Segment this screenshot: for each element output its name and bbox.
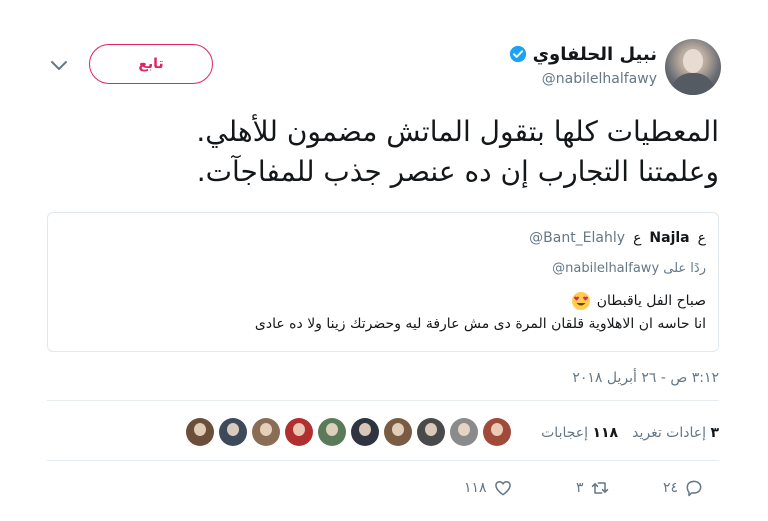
author-handle[interactable]: @nabilelhalfawy xyxy=(542,71,657,87)
verified-badge-icon xyxy=(509,45,526,63)
follow-button[interactable]: تابع xyxy=(89,44,213,84)
reply-icon xyxy=(686,480,702,497)
tweet-text-line: وعلمتنا التجارب إن ده عنصر جذب للمفاجآت. xyxy=(196,155,719,188)
tweet-text: المعطيات كلها بتقول الماتش مضمون للأهلي.… xyxy=(39,112,719,192)
likes-label: إعجابات xyxy=(541,425,589,441)
liker-avatar[interactable] xyxy=(417,418,445,446)
liker-avatar[interactable] xyxy=(285,418,313,446)
divider xyxy=(47,400,719,401)
liker-avatar[interactable] xyxy=(483,418,511,446)
quote-header: ع Najla ع @Bant_Elahly xyxy=(529,230,706,246)
quote-text-line: صباح الفل ياقبطان xyxy=(571,291,706,311)
quote-text-line: انا حاسه ان الاهلاوية قلقان المرة دى مش … xyxy=(254,316,706,332)
heart-icon xyxy=(494,481,511,496)
quote-name-decoration: ع xyxy=(697,230,706,246)
liker-avatar[interactable] xyxy=(318,418,346,446)
retweets-label: إعادات تغريد xyxy=(632,425,706,441)
likes-stat[interactable]: ١١٨ إعجابات xyxy=(541,425,618,441)
retweets-stat[interactable]: ٣ إعادات تغريد xyxy=(632,425,719,441)
retweet-icon xyxy=(591,482,608,494)
reply-to-line: ردًا على @nabilelhalfawy xyxy=(552,261,706,276)
engagement-stats: ٣ إعادات تغريد ١١٨ إعجابات xyxy=(541,425,719,441)
liker-avatar[interactable] xyxy=(186,418,214,446)
liker-avatar[interactable] xyxy=(384,418,412,446)
author-name-row[interactable]: نبيل الحلفاوي xyxy=(509,42,657,66)
reply-to-handle[interactable]: @nabilelhalfawy xyxy=(552,261,659,276)
reply-count: ٢٤ xyxy=(663,480,679,496)
like-count: ١١٨ xyxy=(464,480,487,496)
quote-author-name: Najla xyxy=(649,230,690,246)
retweet-action[interactable]: ٣ xyxy=(576,478,610,498)
retweet-count: ٣ xyxy=(576,480,584,496)
heart-eyes-emoji-icon xyxy=(571,292,590,310)
like-action[interactable]: ١١٨ xyxy=(464,478,513,498)
divider xyxy=(47,460,719,461)
liker-avatar[interactable] xyxy=(252,418,280,446)
tweet-actions: ٢٤ ٣ ١١٨ xyxy=(0,478,768,504)
quote-author-handle: @Bant_Elahly xyxy=(529,230,626,246)
avatar[interactable] xyxy=(665,39,721,95)
chevron-down-icon[interactable] xyxy=(49,58,69,74)
liker-avatar[interactable] xyxy=(351,418,379,446)
liker-avatar[interactable] xyxy=(219,418,247,446)
tweet-timestamp[interactable]: ٣:١٢ ص - ٢٦ أبريل ٢٠١٨ xyxy=(572,370,719,386)
tweet-card: تابع نبيل الحلفاوي @nabilelhalfawy المعط… xyxy=(0,0,768,521)
tweet-text-line: المعطيات كلها بتقول الماتش مضمون للأهلي. xyxy=(196,115,719,148)
retweets-count: ٣ xyxy=(710,425,719,441)
author-name[interactable]: نبيل الحلفاوي xyxy=(533,44,657,65)
liker-avatar[interactable] xyxy=(450,418,478,446)
likers-avatars xyxy=(186,418,511,446)
reply-to-prefix: ردًا على xyxy=(663,261,706,276)
likes-count: ١١٨ xyxy=(592,425,619,441)
quoted-tweet[interactable]: ع Najla ع @Bant_Elahly ردًا على @nabilel… xyxy=(47,212,719,352)
quote-name-decoration: ع xyxy=(633,230,642,246)
reply-action[interactable]: ٢٤ xyxy=(663,478,704,498)
quote-text: صباح الفل ياقبطان xyxy=(596,293,706,309)
